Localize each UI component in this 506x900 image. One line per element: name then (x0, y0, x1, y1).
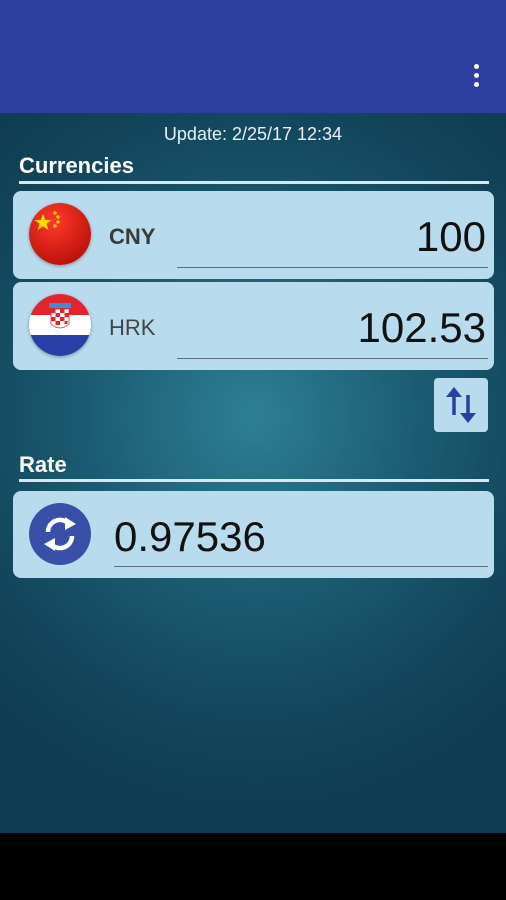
app-bar (0, 0, 506, 113)
croatia-flag-icon[interactable] (29, 294, 91, 356)
rate-divider (19, 479, 489, 482)
from-currency-code: CNY (109, 224, 156, 249)
china-flag-icon[interactable] (29, 203, 91, 265)
to-currency-card[interactable]: HRK 102.53 (13, 282, 494, 370)
to-amount-field[interactable]: 102.53 (358, 304, 486, 352)
swap-vertical-icon (446, 387, 476, 423)
more-options-icon[interactable] (462, 58, 490, 92)
to-currency-code: HRK (109, 315, 156, 340)
from-amount-underline (177, 267, 488, 268)
rate-value: 0.97536 (114, 513, 266, 560)
swap-currencies-button[interactable] (434, 378, 488, 432)
rate-title: Rate (19, 452, 67, 477)
update-timestamp: Update: 2/25/17 12:34 (163, 124, 343, 144)
refresh-rate-button[interactable] (29, 503, 91, 565)
rate-card: 0.97536 (13, 491, 494, 578)
system-nav-bar (0, 833, 506, 900)
to-amount-underline (177, 358, 488, 359)
from-amount-input[interactable]: 100 (416, 213, 486, 261)
currencies-divider (19, 181, 489, 184)
main-content: Update: 2/25/17 12:34 Currencies CNY 100… (0, 113, 506, 833)
from-currency-card[interactable]: CNY 100 (13, 191, 494, 279)
refresh-icon (44, 517, 76, 551)
currencies-title: Currencies (19, 153, 134, 178)
rate-underline (114, 566, 488, 567)
